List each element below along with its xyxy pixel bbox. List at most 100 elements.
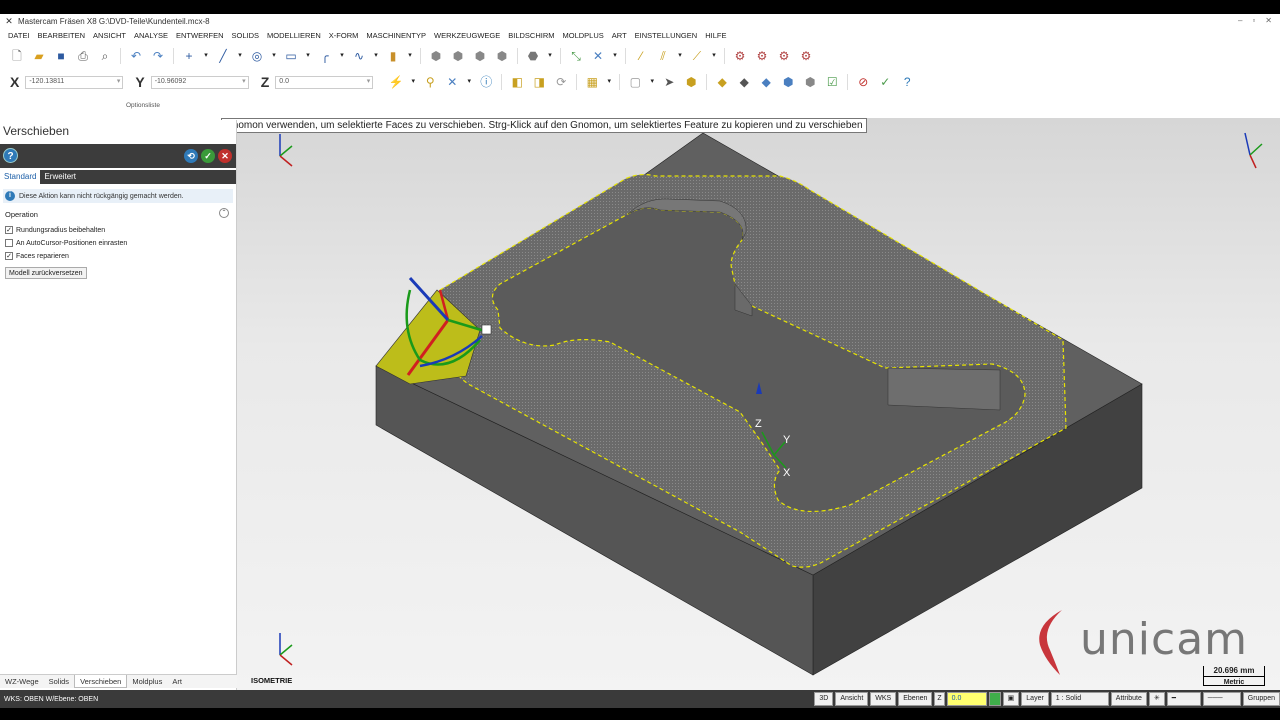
fillet-icon[interactable]: ╭ [317, 48, 333, 64]
solid-fillet-icon[interactable]: ⬣ [525, 48, 541, 64]
checkbox-checked-icon[interactable]: ✓ [5, 226, 13, 234]
menu-ansicht[interactable]: ANSICHT [93, 31, 126, 40]
trim-icon[interactable]: ⤡ [568, 48, 584, 64]
y-coord-field[interactable]: -10.96092 [150, 75, 249, 89]
dropdown-arrow-icon[interactable]: ▾ [649, 74, 655, 90]
menu-datei[interactable]: DATEI [8, 31, 30, 40]
dropdown-arrow-icon[interactable]: ▾ [711, 48, 717, 64]
dropdown-arrow-icon[interactable]: ▾ [407, 48, 413, 64]
checkbox-unchecked-icon[interactable] [5, 239, 13, 247]
delete-entity-icon[interactable]: ✕ [590, 48, 606, 64]
dropdown-arrow-icon[interactable]: ▾ [203, 48, 209, 64]
fastpoint-icon[interactable]: ⚲ [422, 74, 438, 90]
toolpath-icon[interactable]: ⚙ [732, 48, 748, 64]
gnomon-handle[interactable] [481, 324, 492, 335]
cancel-x-icon[interactable]: ✕ [218, 149, 232, 163]
line-icon[interactable]: ╱ [215, 48, 231, 64]
rectangle-icon[interactable]: ▭ [283, 48, 299, 64]
3d-button[interactable]: 3D [814, 692, 834, 706]
options-list-label[interactable]: Optionsliste [126, 102, 160, 109]
undo-icon[interactable]: ↶ [128, 48, 144, 64]
feature-select-icon[interactable]: ⬢ [802, 74, 818, 90]
menu-einstellungen[interactable]: EINSTELLUNGEN [635, 31, 698, 40]
verify-selection-icon[interactable]: ☑ [824, 74, 840, 90]
menu-x-form[interactable]: X-FORM [329, 31, 359, 40]
select-chain-icon[interactable]: ⟳ [553, 74, 569, 90]
end-selection-icon[interactable]: ✓ [877, 74, 893, 90]
dropdown-arrow-icon[interactable]: ▾ [237, 48, 243, 64]
new-file-icon[interactable]: 🗋 [9, 48, 25, 64]
help-icon[interactable]: ? [3, 148, 18, 163]
point-style-icon[interactable]: ✳ [1148, 692, 1165, 706]
solid-select-icon[interactable]: ⬢ [683, 74, 699, 90]
x-coord-field[interactable]: -120.13811 [25, 75, 124, 89]
face-select-icon[interactable]: ◆ [714, 74, 730, 90]
solid-sweep-icon[interactable]: ⬢ [472, 48, 488, 64]
window-select-icon[interactable]: ▦ [584, 74, 600, 90]
cylinder-icon[interactable]: ▮ [385, 48, 401, 64]
menu-bearbeiten[interactable]: BEARBEITEN [38, 31, 86, 40]
menu-werkzeugwege[interactable]: WERKZEUGWEGE [434, 31, 500, 40]
circle-icon[interactable]: ◎ [249, 48, 265, 64]
close-button[interactable]: ✕ [1265, 14, 1272, 28]
dropdown-arrow-icon[interactable]: ▾ [305, 48, 311, 64]
dropdown-arrow-icon[interactable]: ▾ [606, 74, 612, 90]
tab-verschieben[interactable]: Verschieben [74, 675, 128, 688]
selection-help-icon[interactable]: ? [899, 74, 915, 90]
edge-select-icon[interactable]: ◆ [758, 74, 774, 90]
dropdown-arrow-icon[interactable]: ▾ [410, 74, 416, 90]
checkbox-checked-icon[interactable]: ✓ [5, 252, 13, 260]
solid-loft-icon[interactable]: ⬢ [494, 48, 510, 64]
autocursor-icon[interactable]: ⚡ [388, 74, 404, 90]
cancel-selection-icon[interactable]: ⊘ [855, 74, 871, 90]
select-all-icon[interactable]: ◧ [509, 74, 525, 90]
option-keep-fillet-radius[interactable]: ✓ Rundungsradius beibehalten [5, 226, 105, 234]
level-manager-icon[interactable]: ▣ [1002, 692, 1020, 706]
color-swatch-icon[interactable] [988, 692, 1001, 706]
ok-check-icon[interactable]: ✓ [201, 149, 215, 163]
dropdown-arrow-icon[interactable]: ▾ [547, 48, 553, 64]
tab-wz-wege[interactable]: WZ-Wege [0, 675, 44, 688]
layer-select[interactable]: 1 : Solid [1050, 692, 1109, 706]
ansicht-button[interactable]: Ansicht [835, 692, 869, 706]
z-coord-field[interactable]: 0.0 [275, 75, 374, 89]
menu-bildschirm[interactable]: BILDSCHIRM [508, 31, 554, 40]
minimize-button[interactable]: – [1238, 14, 1242, 28]
dropdown-arrow-icon[interactable]: ▾ [373, 48, 379, 64]
xform-translate-icon[interactable]: ⁄ [633, 48, 649, 64]
select-only-icon[interactable]: ◨ [531, 74, 547, 90]
selection-mode-icon[interactable]: ▢ [627, 74, 643, 90]
menu-entwerfen[interactable]: ENTWERFEN [176, 31, 224, 40]
solid-revolve-icon[interactable]: ⬢ [450, 48, 466, 64]
option-repair-faces[interactable]: ✓ Faces reparieren [5, 252, 69, 260]
graphics-viewport[interactable]: Z Y X [237, 118, 1280, 690]
solid-extrude-icon[interactable]: ⬢ [428, 48, 444, 64]
menu-moldplus[interactable]: MOLDPLUS [563, 31, 604, 40]
vertex-select-icon[interactable]: ⬢ [780, 74, 796, 90]
xform-offset-icon[interactable]: ⫽ [655, 48, 671, 64]
z-depth-field[interactable]: 0.0 [946, 692, 987, 706]
dropdown-arrow-icon[interactable]: ▾ [612, 48, 618, 64]
ebenen-button[interactable]: Ebenen [898, 692, 933, 706]
menu-solids[interactable]: SOLIDS [232, 31, 260, 40]
line-style-icon[interactable]: ━ [1166, 692, 1201, 706]
xform-mirror-icon[interactable]: ⟋ [689, 48, 705, 64]
print-icon[interactable]: ⎙ [75, 48, 91, 64]
line-width-icon[interactable]: ─── [1202, 692, 1241, 706]
help-icon[interactable]: ⓘ [478, 74, 494, 90]
spline-icon[interactable]: ∿ [351, 48, 367, 64]
toolpath-post-icon[interactable]: ⚙ [798, 48, 814, 64]
menu-modellieren[interactable]: MODELLIEREN [267, 31, 321, 40]
redo-icon[interactable]: ↷ [150, 48, 166, 64]
menu-maschinentyp[interactable]: MASCHINENTYP [366, 31, 426, 40]
cursor-select-icon[interactable]: ➤ [661, 74, 677, 90]
tab-solids[interactable]: Solids [44, 675, 74, 688]
option-snap-autocursor[interactable]: An AutoCursor-Positionen einrasten [5, 239, 127, 247]
dropdown-arrow-icon[interactable]: ▾ [677, 48, 683, 64]
ok-and-create-new-icon[interactable]: ⟲ [184, 149, 198, 163]
delete-icon[interactable]: ✕ [444, 74, 460, 90]
dropdown-arrow-icon[interactable]: ▾ [271, 48, 277, 64]
tab-erweitert[interactable]: Erweitert [40, 170, 80, 184]
maximize-button[interactable]: ▫ [1252, 14, 1255, 28]
tab-art[interactable]: Art [167, 675, 187, 688]
